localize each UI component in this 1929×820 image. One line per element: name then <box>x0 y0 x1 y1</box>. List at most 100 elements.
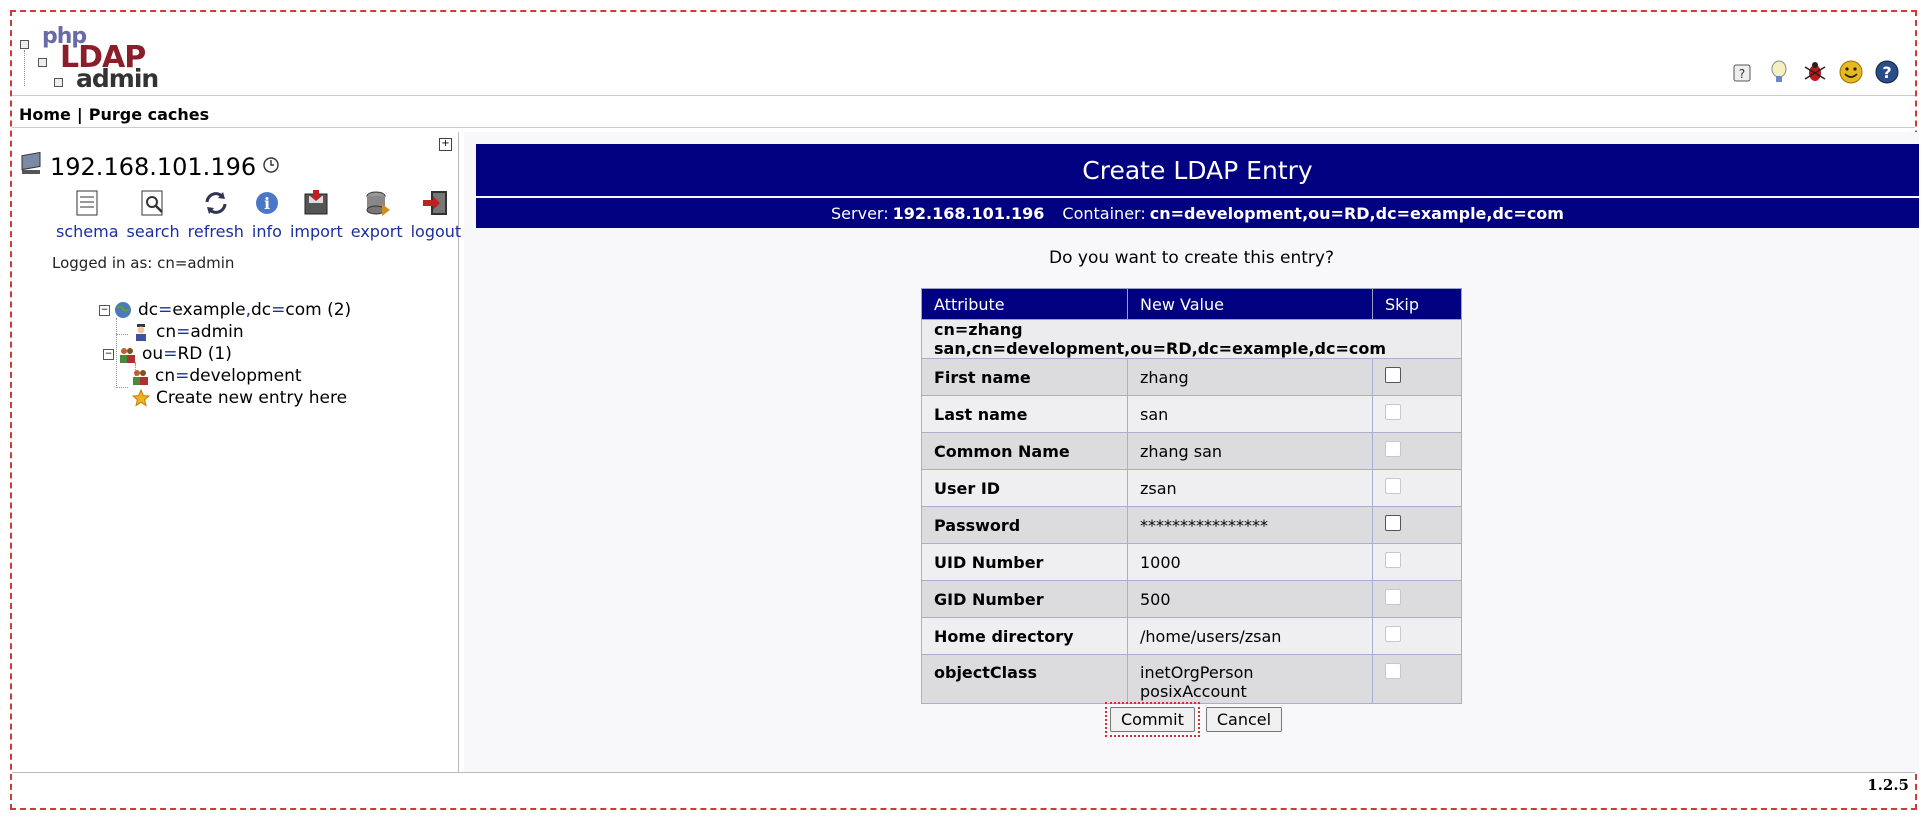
tree-node-create[interactable]: Create new entry here <box>132 388 347 408</box>
refresh-icon <box>205 192 227 214</box>
smiley-icon[interactable] <box>1837 58 1865 86</box>
left-panel: + 192.168.101.196 schema search refresh <box>12 132 461 772</box>
col-new-value: New Value <box>1127 288 1373 320</box>
logout-icon <box>422 191 447 215</box>
collapse-icon[interactable]: − <box>99 304 110 316</box>
server-actions: schema search refresh i info import expo… <box>56 188 461 241</box>
tree-attr: cn <box>155 366 176 386</box>
confirm-question: Do you want to create this entry? <box>1049 248 1334 268</box>
skip-checkbox-disabled <box>1385 626 1401 642</box>
dn-value: cn=zhang san,cn=development,ou=RD,dc=exa… <box>921 319 1462 359</box>
home-link[interactable]: Home <box>19 105 71 124</box>
header-icons: ? ? <box>1729 58 1901 86</box>
table-row: objectClass inetOrgPerson posixAccount <box>921 654 1462 704</box>
attr-label: First name <box>921 358 1128 396</box>
tree-value: development <box>189 366 302 386</box>
tree-node-ou[interactable]: − ou = RD (1) <box>99 344 232 364</box>
container-value: cn=development,ou=RD,dc=example,dc=com <box>1149 203 1564 223</box>
skip-checkbox[interactable] <box>1385 515 1401 531</box>
action-refresh[interactable]: refresh <box>188 188 244 241</box>
cancel-button[interactable]: Cancel <box>1205 707 1283 732</box>
info-icon: i <box>255 192 278 214</box>
server-container-bar: Server: 192.168.101.196 Container: cn=de… <box>476 198 1919 228</box>
attr-value: /home/users/zsan <box>1127 617 1373 655</box>
table-row: UID Number 1000 <box>921 543 1462 581</box>
collapse-icon[interactable]: − <box>103 348 114 360</box>
logo-box-icon <box>38 58 47 67</box>
attr-value: 1000 <box>1127 543 1373 581</box>
schema-icon <box>76 190 98 216</box>
attr-label: Password <box>921 506 1128 544</box>
export-icon <box>366 191 390 216</box>
action-label: refresh <box>187 222 244 241</box>
logo-admin-text: admin <box>76 64 159 93</box>
logo-box-icon <box>20 40 29 49</box>
attr-value: inetOrgPerson <box>1140 663 1254 682</box>
tree-node-development[interactable]: cn = development <box>129 366 302 386</box>
attr-label: UID Number <box>921 543 1128 581</box>
action-label: schema <box>56 222 119 241</box>
tree-node-admin[interactable]: cn = admin <box>132 322 244 342</box>
tree-value: example <box>172 300 246 320</box>
server-label: Server: <box>831 203 889 223</box>
server-icon <box>20 151 44 182</box>
attr-value: posixAccount <box>1140 682 1247 701</box>
action-info[interactable]: i info <box>252 188 282 241</box>
table-row: GID Number 500 <box>921 580 1462 618</box>
skip-checkbox-disabled <box>1385 663 1401 679</box>
svg-text:i: i <box>264 194 270 213</box>
footer-divider <box>12 772 1915 773</box>
server-value: 192.168.101.196 <box>892 203 1045 223</box>
logo-line <box>24 50 25 86</box>
action-import[interactable]: import <box>290 188 343 241</box>
expand-panel-icon[interactable]: + <box>439 138 452 151</box>
lightbulb-icon[interactable] <box>1765 58 1793 86</box>
skip-checkbox[interactable] <box>1385 367 1401 383</box>
version-label: 1.2.5 <box>1867 776 1909 794</box>
create-entry-label: Create new entry here <box>156 388 348 408</box>
col-skip: Skip <box>1372 288 1462 320</box>
group-icon <box>131 367 149 385</box>
attr-value: **************** <box>1127 506 1373 544</box>
question-icon[interactable]: ? <box>1873 58 1901 86</box>
action-label: info <box>251 222 282 241</box>
table-row: First name zhang <box>921 358 1462 396</box>
table-row: Password **************** <box>921 506 1462 544</box>
action-label: export <box>350 222 403 241</box>
attr-label: User ID <box>921 469 1128 507</box>
action-export[interactable]: export <box>351 188 403 241</box>
bug-icon[interactable] <box>1801 58 1829 86</box>
attr-label: Home directory <box>921 617 1128 655</box>
attr-value: zsan <box>1127 469 1373 507</box>
import-icon <box>304 190 328 215</box>
table-row: Common Name zhang san <box>921 432 1462 470</box>
action-search[interactable]: search <box>127 188 180 241</box>
table-row: Last name san <box>921 395 1462 433</box>
table-row: User ID zsan <box>921 469 1462 507</box>
commit-button[interactable]: Commit <box>1110 707 1195 732</box>
action-label: import <box>289 222 343 241</box>
action-logout[interactable]: logout <box>410 188 462 241</box>
purge-caches-link[interactable]: Purge caches <box>89 105 209 124</box>
tree-value: admin <box>190 322 244 342</box>
tree-connector <box>116 387 128 388</box>
tree-attr: ou <box>142 344 164 364</box>
user-icon <box>132 323 150 341</box>
skip-checkbox-disabled <box>1385 589 1401 605</box>
clock-icon[interactable] <box>262 156 280 178</box>
action-label: search <box>126 222 180 241</box>
main-panel: Create LDAP Entry Server: 192.168.101.19… <box>464 132 1919 772</box>
attr-label: objectClass <box>921 654 1128 704</box>
action-schema[interactable]: schema <box>56 188 119 241</box>
action-label: logout <box>410 222 462 241</box>
attr-label: Common Name <box>921 432 1128 470</box>
help-icon[interactable]: ? <box>1729 58 1757 86</box>
phpldapadmin-logo[interactable]: php LDAP admin <box>20 24 159 93</box>
menu-separator: | <box>76 104 83 124</box>
skip-checkbox-disabled <box>1385 404 1401 420</box>
server-name[interactable]: 192.168.101.196 <box>50 153 256 181</box>
tree-node-root[interactable]: − dc = example, dc = com (2) <box>99 300 351 320</box>
attr-value: san <box>1127 395 1373 433</box>
attr-value: zhang <box>1127 358 1373 396</box>
top-menu: Home | Purge caches <box>19 100 209 128</box>
